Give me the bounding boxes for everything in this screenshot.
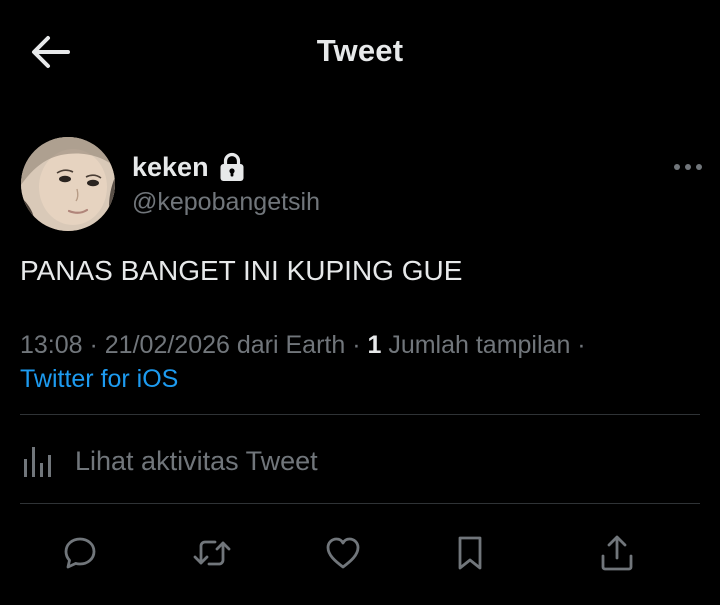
divider [20, 503, 700, 504]
like-button[interactable] [315, 525, 371, 581]
view-activity-label: Lihat aktivitas Tweet [75, 445, 318, 476]
tweet-actions-bar [0, 525, 720, 581]
tweet-date: 21/02/2026 [104, 331, 230, 359]
lock-icon [219, 152, 245, 182]
separator: · [570, 331, 586, 359]
page-title: Tweet [316, 33, 404, 68]
divider [20, 414, 700, 415]
author-name-row[interactable]: keken [132, 150, 245, 184]
source-link[interactable]: Twitter for iOS [20, 362, 178, 397]
views-count: 1 [367, 331, 382, 359]
view-activity-button[interactable]: Lihat aktivitas Tweet [20, 436, 318, 486]
bookmark-button[interactable] [442, 525, 498, 581]
author-name: keken [132, 151, 209, 182]
tweet-text: PANAS BANGET INI KUPING GUE [20, 255, 463, 286]
more-icon [674, 164, 702, 170]
tweet-location: dari Earth [229, 331, 346, 359]
tweet-time: 13:08 [20, 331, 83, 359]
retweet-icon [193, 540, 231, 566]
retweet-button[interactable] [184, 525, 240, 581]
bookmark-icon [458, 536, 482, 570]
separator: · [345, 331, 368, 359]
heart-icon [326, 537, 360, 569]
author-handle[interactable]: @kepobangetsih [132, 188, 320, 217]
share-icon [601, 535, 633, 571]
separator: · [82, 331, 105, 359]
views-label: Jumlah tampilan [381, 331, 571, 359]
more-options-button[interactable] [670, 155, 706, 179]
avatar[interactable] [21, 137, 115, 231]
top-bar: Tweet [0, 0, 720, 105]
reply-icon [64, 537, 96, 569]
tweet-metadata: 13:08 · 21/02/2026 dari Earth · 1 Jumlah… [20, 328, 710, 363]
analytics-icon [20, 441, 60, 481]
share-button[interactable] [589, 525, 645, 581]
reply-button[interactable] [52, 525, 108, 581]
